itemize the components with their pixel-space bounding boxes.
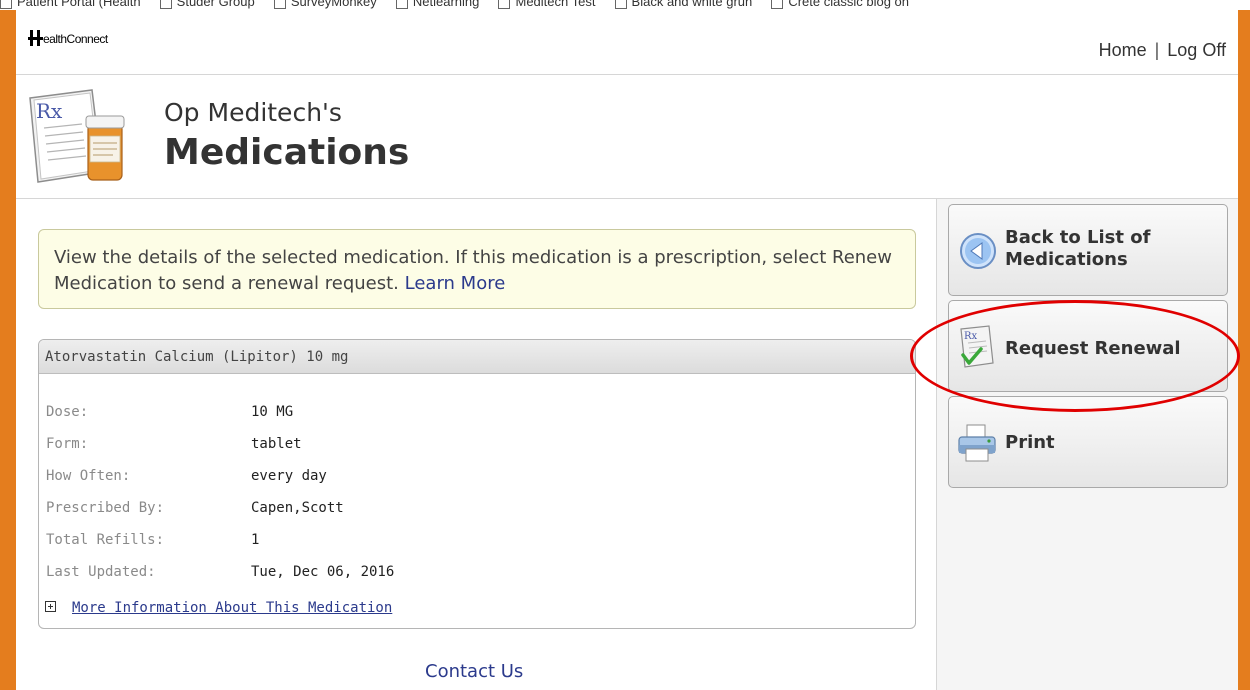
field-row: Last Updated: Tue, Dec 06, 2016	[39, 558, 915, 590]
learn-more-link[interactable]: Learn More	[405, 273, 506, 294]
actions-sidebar: Back to List of Medications Rx Request R…	[936, 199, 1238, 690]
field-label: How Often:	[46, 468, 131, 484]
page-heading: Rx Op Meditech's Medications	[16, 74, 1238, 199]
field-label: Dose:	[46, 404, 89, 420]
more-info-link[interactable]: More Information About This Medication	[72, 600, 392, 616]
page-icon	[771, 0, 784, 9]
medication-name: Atorvastatin Calcium (Lipitor) 10 mg	[39, 340, 915, 374]
bookmark-item[interactable]: SurveyMonkey	[273, 0, 377, 9]
field-label: Prescribed By:	[46, 500, 165, 516]
field-row: Prescribed By: Capen,Scott	[39, 494, 915, 526]
page-icon	[498, 0, 511, 9]
portal-page: ealthConnect Home | Log Off Rx Op Medite…	[16, 10, 1238, 690]
field-value: 10 MG	[251, 404, 294, 420]
field-row: How Often: every day	[39, 462, 915, 494]
field-row: Total Refills: 1	[39, 526, 915, 558]
bookmark-item[interactable]: Patient Portal (Health	[0, 0, 141, 9]
logoff-link[interactable]: Log Off	[1167, 40, 1226, 60]
rx-label: Rx	[36, 99, 63, 123]
home-link[interactable]: Home	[1099, 40, 1147, 60]
back-arrow-icon	[960, 233, 996, 269]
field-value: every day	[251, 468, 327, 484]
field-row: Form: tablet	[39, 430, 915, 462]
left-accent-bar	[0, 10, 16, 690]
bookmark-item[interactable]: Netlearning	[395, 0, 479, 9]
bookmark-item[interactable]: Crete classic blog on	[771, 0, 909, 9]
right-accent-bar	[1238, 10, 1250, 690]
bookmark-item[interactable]: Meditech Test	[498, 0, 595, 9]
svg-text:Rx: Rx	[964, 331, 978, 342]
nav-separator: |	[1154, 40, 1160, 60]
bookmarks-bar: Patient Portal (Health Studer Group Surv…	[0, 0, 1250, 10]
field-value: Tue, Dec 06, 2016	[251, 564, 395, 580]
print-button-label: Print	[1005, 432, 1055, 453]
field-value: 1	[251, 532, 260, 548]
request-renewal-button[interactable]: Rx Request Renewal	[948, 300, 1228, 392]
page-icon	[159, 0, 172, 9]
bookmark-item[interactable]: Black and white grun	[614, 0, 752, 9]
field-value: tablet	[251, 436, 302, 452]
field-label: Last Updated:	[46, 564, 156, 580]
page-title: Medications	[164, 132, 410, 173]
top-nav: Home | Log Off	[1099, 40, 1226, 61]
page-icon	[614, 0, 627, 9]
page-subtitle: Op Meditech's	[164, 98, 342, 127]
prescription-icon: Rx	[29, 89, 125, 183]
healthconnect-logo[interactable]: ealthConnect	[28, 28, 108, 50]
field-label: Total Refills:	[46, 532, 165, 548]
info-message: View the details of the selected medicat…	[38, 229, 916, 309]
back-to-list-button[interactable]: Back to List of Medications	[948, 204, 1228, 296]
medication-fields: Dose: 10 MG Form: tablet How Often: every d…	[39, 398, 915, 590]
page-icon	[273, 0, 286, 9]
renew-button-label: Request Renewal	[1005, 338, 1181, 359]
medication-detail-panel: Atorvastatin Calcium (Lipitor) 10 mg Dos…	[38, 339, 916, 629]
printer-icon	[958, 424, 996, 462]
print-button[interactable]: Print	[948, 396, 1228, 488]
logo-text: ealthConnect	[43, 32, 108, 46]
renewal-prescription-icon: Rx	[960, 325, 994, 368]
back-button-label: Back to List of Medications	[1005, 227, 1151, 270]
top-header: ealthConnect Home | Log Off	[16, 10, 1238, 75]
expand-plus-icon[interactable]	[45, 600, 56, 612]
field-label: Form:	[46, 436, 89, 452]
contact-us-link[interactable]: Contact Us	[425, 661, 523, 682]
more-info-toggle[interactable]: More Information About This Medication	[45, 600, 392, 616]
field-value: Capen,Scott	[251, 500, 344, 516]
page-icon	[0, 0, 12, 9]
field-row: Dose: 10 MG	[39, 398, 915, 430]
logo-mark-icon	[28, 28, 43, 48]
bookmark-item[interactable]: Studer Group	[159, 0, 255, 9]
page-icon	[395, 0, 408, 9]
